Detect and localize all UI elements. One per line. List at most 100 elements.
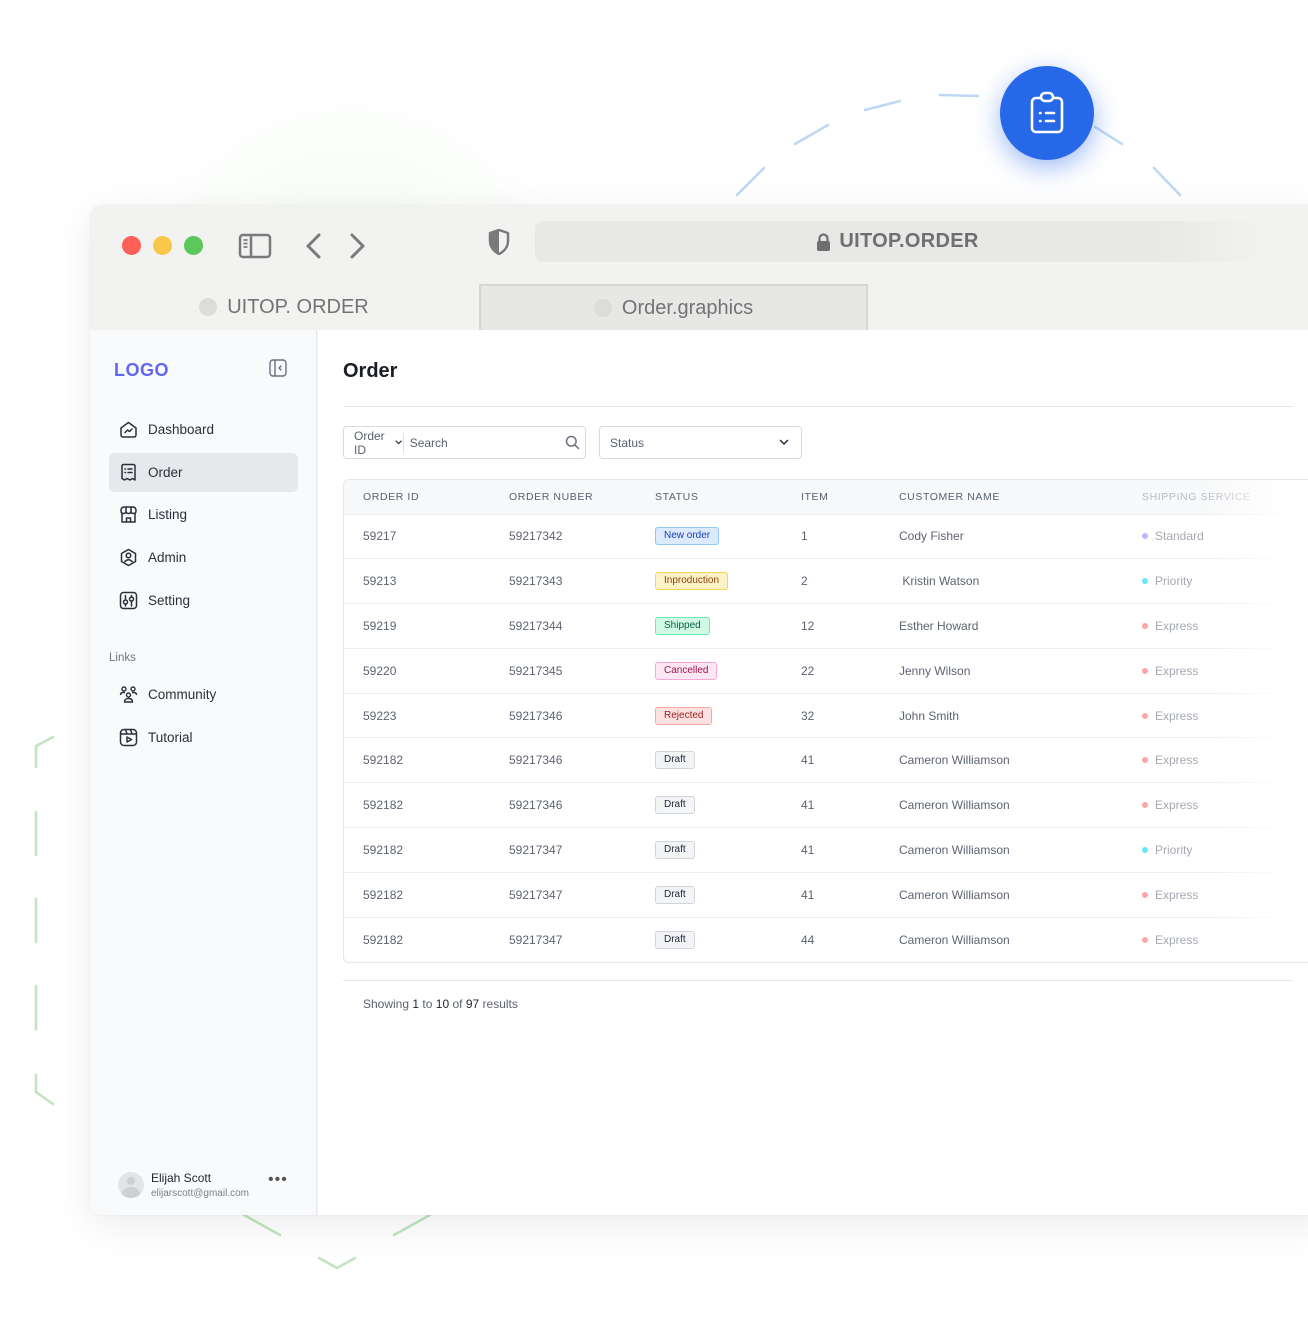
column-header-status[interactable]: STATUS [636,480,782,514]
browser-window: UITOP.ORDER UITOP. ORDER Order.graphics … [90,205,1308,1215]
column-header-customer-name[interactable]: CUSTOMER NAME [880,480,1123,514]
status-badge: Draft [655,751,695,770]
sidebar: LOGO Dashboard Order Listing Admin Setti… [90,330,317,1215]
links-section-label: Links [109,652,136,664]
minimize-window-button[interactable] [153,236,172,255]
shipping-label: Express [1155,618,1199,633]
sidebar-item-order[interactable]: Order [109,452,298,492]
sidebar-item-listing[interactable]: Listing [109,495,298,534]
table-row[interactable]: 59217 59217342 New order 1 Cody Fisher Standa… [344,513,1308,559]
cell-item: 1 [782,513,880,559]
forward-arrow-icon[interactable] [349,232,367,260]
search-icon[interactable] [565,435,580,450]
cell-order-id: 59213 [344,558,490,604]
shipping-label: Express [1155,887,1199,902]
status-filter-select[interactable]: Status [599,426,802,459]
cell-order-id: 592182 [344,871,490,918]
chevron-down-icon [779,439,789,446]
table-row[interactable]: 59223 59217346 Rejected 32 John Smith Express… [344,692,1308,738]
browser-tab[interactable]: UITOP. ORDER [90,285,478,329]
cell-shipping-service: Standard [1123,513,1273,559]
status-badge: Rejected [655,706,713,725]
cell-shipping-service: Express [1123,603,1273,649]
floating-order-badge[interactable] [1000,66,1094,160]
cell-item: 44 [782,916,880,962]
table-row[interactable]: 592182 59217347 Draft 41 Cameron Williamson E… [344,871,1308,918]
tab-title: Order.graphics [621,296,754,319]
cell-faded: 9/ [1273,737,1308,783]
cell-status: Draft [636,737,782,783]
cell-status: Shipped [636,603,782,649]
avatar [118,1172,144,1198]
table-row[interactable]: 592182 59217346 Draft 41 Cameron Williamson E… [344,737,1308,783]
cell-customer-name: Cameron Williamson [880,782,1123,828]
cell-status: Cancelled [636,647,782,694]
sidebar-item-admin[interactable]: Admin [109,538,298,577]
lock-icon [817,232,831,251]
user-email: elijarscott@gmail.com [151,1188,249,1199]
shipping-status-dot-icon [1142,622,1148,629]
status-badge: Shipped [655,616,710,635]
table-row[interactable]: 59220 59217345 Cancelled 22 Jenny Wilson Expr… [344,647,1308,694]
more-options-icon[interactable]: ••• [268,1171,288,1189]
table-row[interactable]: 592182 59217346 Draft 41 Cameron Williamson E… [344,782,1308,828]
sidebar-item-dashboard[interactable]: Dashboard [109,410,298,449]
cell-status: Rejected [636,692,782,738]
orders-table: ORDER ID ORDER NUBER STATUS ITEM CUSTOME… [343,479,1308,963]
status-badge: Draft [655,930,695,949]
browser-tab-active[interactable]: Order.graphics [479,284,868,330]
cell-shipping-service: Express [1123,782,1273,828]
table-row[interactable]: 592182 59217347 Draft 44 Cameron Williamson E… [344,916,1308,962]
address-bar[interactable]: UITOP.ORDER [535,221,1260,262]
sidebar-item-community[interactable]: Community [109,675,298,714]
cell-status: Draft [636,782,782,828]
column-header-order-id[interactable]: ORDER ID [344,480,490,514]
cell-shipping-service: Express [1123,647,1273,694]
cell-order-number: 59217342 [490,513,636,559]
video-play-icon [119,728,138,747]
sidebar-item-label: Tutorial [148,729,193,745]
collapse-sidebar-icon[interactable] [268,358,288,378]
close-window-button[interactable] [122,236,141,255]
privacy-shield-icon[interactable] [488,229,510,255]
page-title: Order [343,360,398,382]
column-header-item[interactable]: ITEM [782,480,880,514]
sidebar-item-label: Setting [148,592,191,608]
cell-order-number: 59217346 [490,737,636,783]
table-row[interactable]: 592182 59217347 Draft 41 Cameron Williamson P… [344,827,1308,873]
user-profile[interactable]: Elijah Scott elijarscott@gmail.com ••• [118,1165,298,1205]
cell-customer-name: John Smith [880,692,1123,738]
column-header-order-number[interactable]: ORDER NUBER [490,480,636,514]
status-badge: Draft [655,840,695,859]
search-field-value: Order ID [354,428,385,457]
blue-dashed-arc [735,93,1182,197]
maximize-window-button[interactable] [184,236,203,255]
cell-faded: 9/ [1273,603,1308,649]
column-header-faded: T [1292,490,1300,503]
sidebar-item-label: Community [148,687,217,702]
cell-order-id: 592182 [344,827,490,873]
sidebar-item-label: Listing [148,507,188,523]
column-header-shipping-service[interactable]: SHIPPING SERVICE [1123,480,1273,514]
sidebar-item-setting[interactable]: Setting [109,581,298,620]
cell-shipping-service: Priority [1123,558,1273,604]
sidebar-toggle-icon[interactable] [238,233,272,259]
divider [343,980,1293,981]
back-arrow-icon[interactable] [304,232,322,260]
main-content: Order Order ID Status ORD [318,330,1308,1215]
app-logo[interactable]: LOGO [114,360,169,381]
search-input[interactable] [403,435,565,450]
cell-item: 41 [782,871,880,918]
sidebar-item-label: Order [148,464,183,480]
cell-status: Draft [636,916,782,962]
status-badge: Cancelled [655,661,718,680]
user-shield-icon [119,548,138,567]
cell-faded: 9/ [1273,871,1308,918]
shipping-status-dot-icon [1142,846,1148,853]
cell-item: 32 [782,692,880,738]
shipping-label: Express [1155,753,1199,768]
sidebar-item-tutorial[interactable]: Tutorial [109,718,298,757]
search-field-select[interactable]: Order ID [344,429,404,457]
table-row[interactable]: 59213 59217343 Inproduction 2 Kristin Watso… [344,558,1308,604]
table-row[interactable]: 59219 59217344 Shipped 12 Esther Howard Expre… [344,603,1308,649]
